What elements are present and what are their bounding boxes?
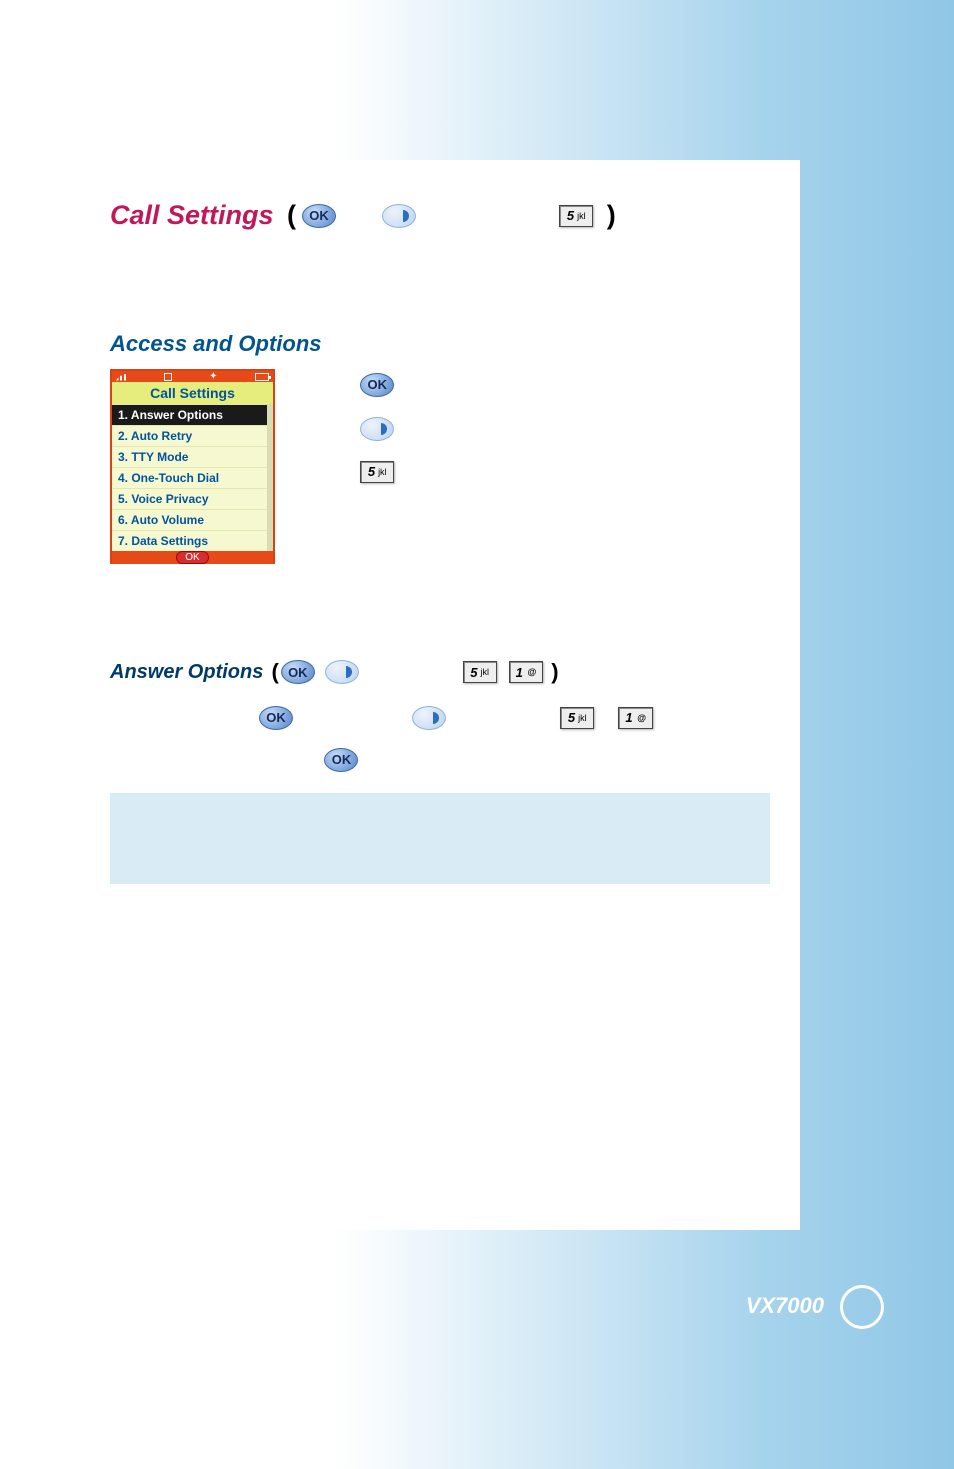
access-section: ✦ Call Settings 1. Answer Options 2. Aut…: [110, 369, 770, 564]
open-paren: (: [280, 200, 297, 231]
note-box: Note Flip Open, Any Key, and Auto Answer…: [110, 793, 770, 884]
screenshot-item: 5. Voice Privacy: [112, 488, 273, 509]
ok-key-icon: OK: [324, 748, 358, 772]
step-2: 2. Press 9 times.: [301, 413, 455, 445]
note-label: Note: [126, 807, 157, 828]
screenshot-ok-softkey: OK: [176, 551, 208, 564]
battery-icon: [255, 373, 269, 381]
note-body: Flip Open, Any Key, and Auto Answer are …: [126, 809, 740, 867]
section-description: The Call Setup menu allows you to design…: [110, 249, 770, 297]
close-paren: ): [545, 659, 558, 685]
screenshot-title: Call Settings: [112, 382, 273, 404]
status-icon: [164, 373, 172, 381]
nine-times-text: nine times: [361, 664, 425, 680]
close-paren: ): [599, 200, 616, 231]
step-1: 1. Press OK [MENU].: [301, 369, 455, 401]
step-3: 3. Press 5jkl .: [301, 456, 455, 488]
screenshot-softkey-bar: OK: [112, 551, 273, 564]
screenshot-item: 2. Auto Retry: [112, 425, 273, 446]
five-key-icon: 5jkl: [559, 205, 593, 227]
nav-right-key-icon: [360, 417, 394, 441]
answer-options-heading-row: Answer Options ( OK nine times 5jkl 1 @ …: [110, 659, 770, 685]
page: Call Settings ( OK nine times 5jkl ) The…: [0, 0, 954, 1469]
phone-screenshot: ✦ Call Settings 1. Answer Options 2. Aut…: [110, 369, 275, 564]
screenshot-item: 1. Answer Options: [112, 404, 273, 425]
five-key-icon: 5jkl: [463, 661, 497, 683]
steps-list: 1. Press OK [MENU]. 2. Press 9 times. 3.…: [301, 369, 455, 564]
answer-options-title: Answer Options: [110, 661, 263, 684]
ok-key-icon: OK: [259, 706, 293, 730]
model-label: VX7000: [746, 1293, 824, 1319]
five-key-icon: 5jkl: [560, 707, 594, 729]
screenshot-item: 6. Auto Volume: [112, 509, 273, 530]
nine-times-text: nine times: [422, 208, 491, 224]
screenshot-menu-list: 1. Answer Options 2. Auto Retry 3. TTY M…: [112, 404, 273, 551]
nav-right-key-icon: [325, 660, 359, 684]
access-options-heading: Access and Options: [110, 331, 770, 357]
ok-key-icon: OK: [360, 373, 394, 397]
open-paren: (: [265, 659, 278, 685]
signal-icon: [116, 373, 126, 381]
submenu-line: Answer Options / Auto Retry / TTY Mode /…: [110, 600, 770, 645]
page-number-circle: 83: [840, 1285, 884, 1329]
page-number: 83: [853, 1298, 871, 1316]
screenshot-item: 3. TTY Mode: [112, 446, 273, 467]
step-4: 4. Select a sub-menu.: [301, 500, 455, 532]
one-key-icon: 1 @: [618, 707, 653, 729]
nav-right-key-icon: [382, 204, 416, 228]
screenshot-item: 7. Data Settings: [112, 530, 273, 551]
screenshot-scrollbar: [267, 404, 273, 551]
ok-key-icon: OK: [281, 660, 315, 684]
answer-step-2: 2. Select an option then press OK .: [110, 745, 770, 775]
one-key-icon: 1 @: [509, 661, 544, 683]
section-heading-row: Call Settings ( OK nine times 5jkl ): [110, 200, 770, 231]
content-panel: Call Settings ( OK nine times 5jkl ) The…: [0, 160, 800, 1230]
five-key-icon: 5jkl: [360, 461, 394, 483]
nav-right-key-icon: [412, 706, 446, 730]
ok-key-icon: OK: [302, 204, 336, 228]
screenshot-item: 4. One-Touch Dial: [112, 467, 273, 488]
status-plus-icon: ✦: [209, 371, 217, 382]
answer-step-1: 1. Press OK [MENU], 9 times, 5jkl , 1 @ …: [110, 703, 770, 733]
answer-steps: 1. Press OK [MENU], 9 times, 5jkl , 1 @ …: [110, 703, 770, 775]
section-title: Call Settings: [110, 200, 274, 231]
screenshot-statusbar: ✦: [112, 371, 273, 382]
